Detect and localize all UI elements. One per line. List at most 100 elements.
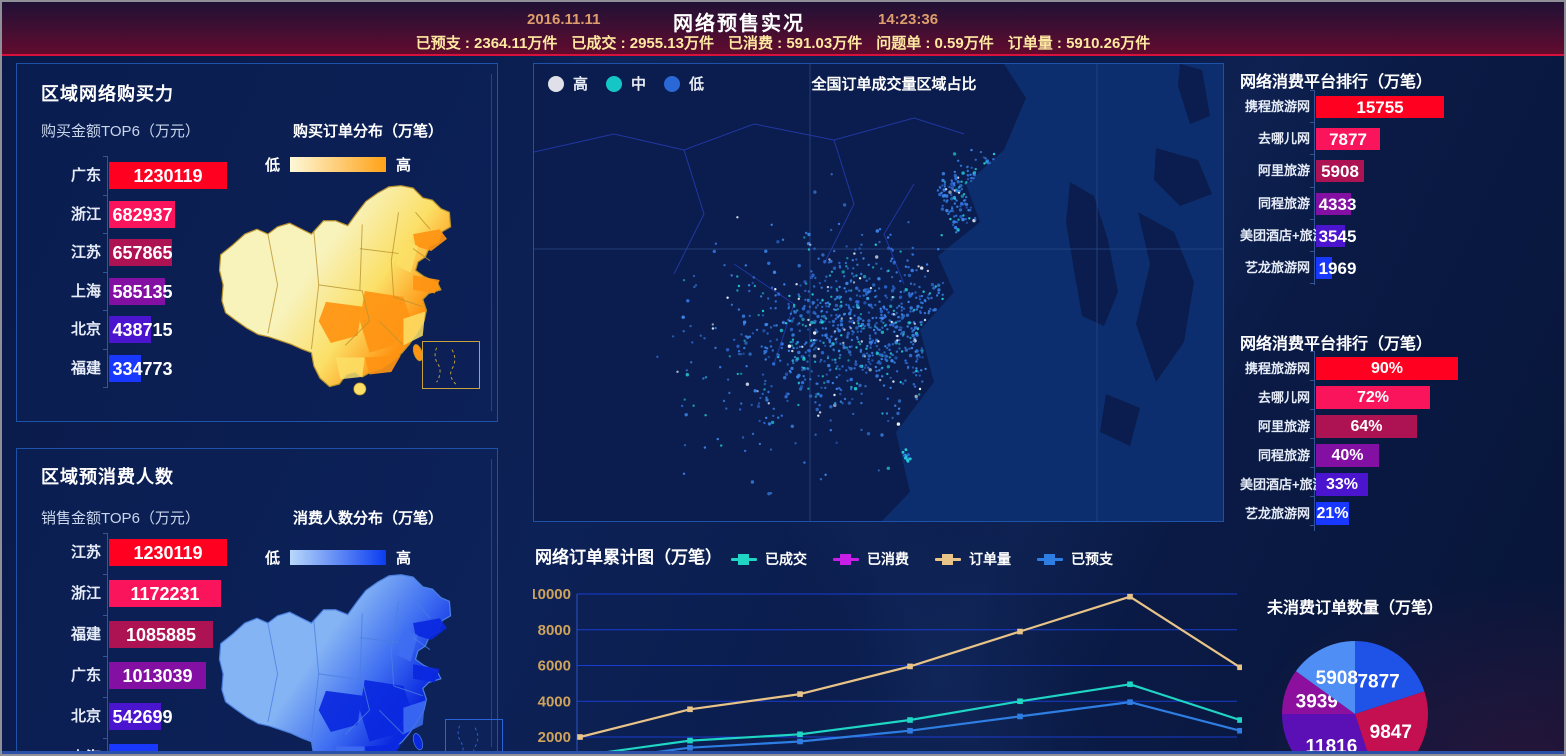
- bar-category-label: 艺龙旅游网: [1240, 257, 1310, 279]
- china-scatter-map[interactable]: [534, 64, 1223, 521]
- bar-axis-tick: [1310, 496, 1314, 497]
- header-stat-订单量: 订单量 : 5910.26万件: [1008, 35, 1151, 52]
- bar-value: 1969: [1316, 257, 1359, 279]
- bar-value: 33%: [1316, 473, 1368, 496]
- map-legend-title: 购买订单分布（万笔）: [253, 120, 483, 141]
- bar-category-label: 上海: [41, 278, 101, 305]
- pie-label: 5908: [1316, 668, 1358, 689]
- dashboard-root: 2016.11.11 网络预售实况 14:23:36 已预支 : 2364.11…: [0, 0, 1566, 756]
- bar-category-label: 携程旅游网: [1240, 357, 1310, 380]
- svg-text:2000: 2000: [538, 729, 571, 746]
- bar-category-label: 艺龙旅游网: [1240, 502, 1310, 525]
- bar-value: 21%: [1316, 502, 1349, 525]
- map-legend-title: 消费人数分布（万笔）: [253, 507, 483, 528]
- bar-axis-tick: [103, 349, 107, 350]
- bar-value: 40%: [1316, 444, 1379, 467]
- pie-label: 11816: [1306, 737, 1358, 756]
- panel-regional-buying-power: 区域网络购买力 购买金额TOP6（万元） 广东1230119浙江682937江苏…: [16, 63, 498, 422]
- bar-category-label: 美团酒店+旅游: [1240, 225, 1310, 247]
- header-date: 2016.11.11: [527, 11, 600, 28]
- bar-value: 3545: [1316, 225, 1359, 247]
- legend-label: 低: [689, 73, 704, 94]
- bar-axis-tick: [1310, 283, 1314, 284]
- legend-label: 中: [631, 73, 646, 94]
- gradient-bar: [290, 550, 386, 565]
- scatter-legend[interactable]: 高中低: [548, 73, 722, 94]
- scatter-legend-item-高[interactable]: 高: [548, 73, 588, 94]
- bar-value: 1230119: [109, 539, 227, 566]
- panel-regional-preconsumers: 区域预消费人数 销售金额TOP6（万元） 江苏1230119浙江1172231福…: [16, 448, 498, 756]
- bar-value: 585135: [109, 278, 176, 305]
- bar-value: 1013039: [109, 662, 206, 689]
- bar-chart-platform-count[interactable]: 携程旅游网15755去哪儿网7877阿里旅游5908同程旅游4333美团酒店+旅…: [1240, 88, 1566, 328]
- bar-value: 1085885: [109, 621, 213, 648]
- bar-category-label: 携程旅游网: [1240, 96, 1310, 118]
- bar-axis-tick: [1310, 438, 1314, 439]
- bar-value: 334773: [109, 355, 176, 382]
- bar-category-label: 同程旅游: [1240, 444, 1310, 467]
- bar-axis: [107, 533, 108, 756]
- bar-category-label: 福建: [41, 355, 101, 382]
- bar-axis-tick: [1310, 467, 1314, 468]
- bar-value: 682937: [109, 201, 176, 228]
- svg-text:4000: 4000: [538, 693, 571, 710]
- bar-value: 5908: [1316, 160, 1364, 182]
- bar-axis-tick: [1310, 187, 1314, 188]
- legend-dot-icon: [664, 76, 680, 92]
- bar-axis-tick: [1310, 525, 1314, 526]
- bar-axis-tick: [103, 387, 107, 388]
- panel-national-scatter-map: 高中低 全国订单成交量区域占比: [533, 63, 1224, 522]
- bar-value: 64%: [1316, 415, 1417, 438]
- bar-axis-tick: [103, 697, 107, 698]
- legend-low-label: 低: [265, 154, 280, 175]
- bar-chart-platform-pct[interactable]: 携程旅游网90%去哪儿网72%阿里旅游64%同程旅游40%美团酒店+旅游33%艺…: [1240, 350, 1566, 550]
- bar-category-label: 浙江: [41, 580, 101, 607]
- bar-axis-tick: [103, 656, 107, 657]
- gradient-bar: [290, 157, 386, 172]
- bar-category-label: 北京: [41, 703, 101, 730]
- line-chart-plot[interactable]: 100008000600040002000: [533, 535, 1242, 756]
- bar-value: 72%: [1316, 386, 1430, 409]
- bar-axis-tick: [103, 195, 107, 196]
- bar-value: 657865: [109, 239, 176, 266]
- panel-order-cumulative-line: 网络订单累计图（万笔） 已成交已消费订单量已预支 100008000600040…: [533, 535, 1242, 756]
- bar-axis-tick: [103, 310, 107, 311]
- scatter-legend-item-中[interactable]: 中: [606, 73, 646, 94]
- panel-title: 区域预消费人数: [41, 463, 174, 489]
- legend-high-label: 高: [396, 154, 411, 175]
- bar-axis-tick: [103, 574, 107, 575]
- bar-axis-tick: [1310, 219, 1314, 220]
- header-stat-已预支: 已预支 : 2364.11万件: [416, 35, 558, 52]
- header-stat-问题单: 问题单 : 0.59万件: [876, 35, 994, 52]
- bar-category-label: 同程旅游: [1240, 193, 1310, 215]
- bar-category-label: 去哪儿网: [1240, 128, 1310, 150]
- bar-category-label: 福建: [41, 621, 101, 648]
- bar-category-label: 去哪儿网: [1240, 386, 1310, 409]
- bar-axis-tick: [103, 233, 107, 234]
- bar-category-label: 浙江: [41, 201, 101, 228]
- header-stat-已消费: 已消费 : 591.03万件: [728, 35, 862, 52]
- bar-value: 90%: [1316, 357, 1458, 380]
- bar-axis-tick: [1310, 380, 1314, 381]
- bar-axis-tick: [1310, 90, 1314, 91]
- bar-value: 438715: [109, 316, 176, 343]
- bar-axis: [107, 156, 108, 388]
- bar-category-label: 上海: [41, 744, 101, 756]
- bar-axis-tick: [1310, 154, 1314, 155]
- scatter-legend-item-低[interactable]: 低: [664, 73, 704, 94]
- bar-category-label: 北京: [41, 316, 101, 343]
- bar-value: 542699: [109, 703, 176, 730]
- bar-value: 506520: [109, 744, 176, 756]
- legend-dot-icon: [548, 76, 564, 92]
- bar-axis: [1314, 351, 1315, 531]
- map-gradient-legend: 低 高: [265, 154, 411, 175]
- bar-category-label: 美团酒店+旅游: [1240, 473, 1310, 496]
- pie-label: 9847: [1370, 722, 1412, 743]
- unconsumed-orders-pie[interactable]: 787798471181639395908: [1242, 602, 1566, 756]
- bar-category-label: 广东: [41, 662, 101, 689]
- south-china-sea-inset: [422, 341, 480, 389]
- bar-axis: [1314, 90, 1315, 285]
- panel-title: 区域网络购买力: [41, 80, 174, 106]
- legend-dot-icon: [606, 76, 622, 92]
- bar-axis-tick: [103, 615, 107, 616]
